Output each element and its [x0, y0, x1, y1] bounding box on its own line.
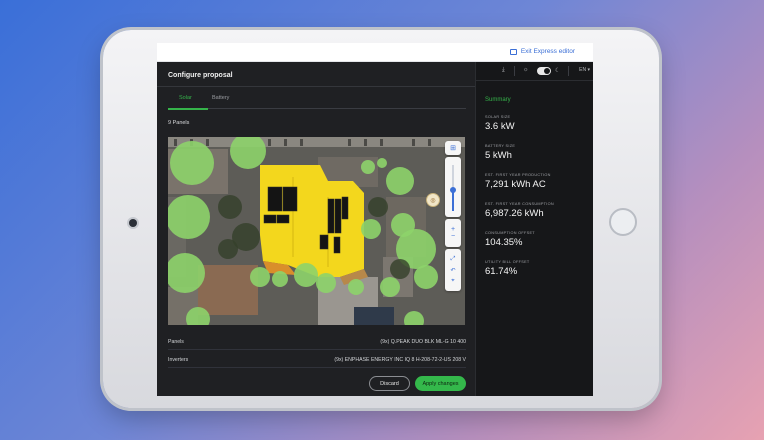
toolbar-separator	[568, 66, 569, 76]
monitor-icon	[509, 48, 517, 55]
metric-value: 3.6 kW	[485, 121, 515, 132]
summary-title: Summary	[485, 97, 511, 103]
proposal-tabs: Solar Battery	[168, 95, 466, 110]
panels-label: Panels	[168, 338, 184, 345]
slider-handle[interactable]	[450, 187, 456, 193]
top-bar: Exit Express editor	[157, 43, 593, 62]
metric-label: BATTERY SIZE	[485, 144, 516, 148]
metric-battery-size: BATTERY SIZE 5 kWh	[485, 144, 590, 161]
metric-consumption-offset: CONSUMPTION OFFSET 104.35%	[485, 231, 590, 248]
discard-button[interactable]: Discard	[369, 376, 410, 391]
map-tools: ⤢ ↶ ⌖	[445, 249, 461, 291]
metric-value: 61.74%	[485, 266, 518, 277]
exit-express-editor-label: Exit Express editor	[520, 48, 575, 55]
metric-label: UTILITY BILL OFFSET	[485, 260, 530, 264]
tab-battery[interactable]: Battery	[212, 95, 229, 101]
map-controls: ⊞ + − ⤢ ↶ ⌖	[445, 141, 461, 291]
metric-label: EST. FIRST YEAR PRODUCTION	[485, 173, 551, 177]
metric-est-consumption: EST. FIRST YEAR CONSUMPTION 6,987.26 kWh	[485, 202, 590, 219]
apply-changes-button[interactable]: Apply changes	[415, 376, 466, 391]
metric-value: 5 kWh	[485, 150, 512, 161]
tablet-home-button[interactable]	[609, 208, 637, 236]
recenter-icon[interactable]: ⌖	[451, 278, 454, 285]
inverters-row: Inverters (9x) ENPHASE ENERGY INC IQ 8 H…	[168, 352, 466, 368]
download-icon[interactable]: ⤓	[502, 67, 505, 74]
inverters-value: (9x) ENPHASE ENERGY INC IQ 8 H-208-72-2-…	[334, 356, 466, 363]
layers-button[interactable]: ⊞	[445, 141, 461, 155]
metric-value: 6,987.26 kWh	[485, 208, 544, 219]
tab-solar[interactable]: Solar	[179, 95, 192, 101]
zoom-slider[interactable]	[445, 157, 461, 217]
app-screen: Exit Express editor Configure proposal S…	[157, 43, 593, 396]
metric-value: 7,291 kWh AC	[485, 179, 546, 190]
side-toolbar: ⤓ ☼ ☾ EN ▾	[476, 62, 593, 81]
panels-row: Panels (9x) Q.PEAK DUO BLK ML-G 10 400	[168, 334, 466, 350]
compass-icon[interactable]: ◎	[426, 193, 440, 207]
language-selector[interactable]: EN ▾	[579, 67, 590, 73]
page-title: Configure proposal	[168, 72, 233, 79]
panels-value: (9x) Q.PEAK DUO BLK ML-G 10 400	[380, 338, 466, 345]
fit-icon[interactable]: ⤢	[451, 256, 456, 263]
zoom-buttons: + −	[445, 219, 461, 247]
divider	[157, 86, 475, 87]
theme-toggle[interactable]	[537, 67, 551, 75]
undo-icon[interactable]: ↶	[450, 267, 455, 274]
active-tab-indicator	[168, 108, 208, 110]
summary-panel: ⤓ ☼ ☾ EN ▾ Summary SOLAR SIZE 3.6 kW BAT…	[475, 62, 593, 396]
toolbar-separator	[514, 66, 515, 76]
metric-label: SOLAR SIZE	[485, 115, 511, 119]
panels-count: 9 Panels	[168, 120, 190, 126]
metric-label: CONSUMPTION OFFSET	[485, 231, 535, 235]
aerial-imagery	[168, 137, 465, 325]
minus-icon[interactable]: −	[451, 233, 455, 240]
layers-icon: ⊞	[450, 145, 456, 152]
metric-value: 104.35%	[485, 237, 523, 248]
roof-map[interactable]: ◎ ⊞ + − ⤢ ↶ ⌖	[168, 137, 465, 325]
metric-utility-bill-offset: UTILITY BILL OFFSET 61.74%	[485, 260, 590, 277]
moon-icon: ☾	[555, 68, 561, 74]
language-label: EN	[579, 67, 587, 73]
sun-icon: ☼	[523, 67, 529, 73]
tablet-camera	[129, 219, 137, 227]
metric-label: EST. FIRST YEAR CONSUMPTION	[485, 202, 554, 206]
configure-proposal-panel: Configure proposal Solar Battery 9 Panel…	[157, 62, 475, 396]
metric-est-production: EST. FIRST YEAR PRODUCTION 7,291 kWh AC	[485, 173, 590, 190]
plus-icon[interactable]: +	[451, 226, 455, 233]
exit-express-editor-link[interactable]: Exit Express editor	[509, 48, 575, 55]
inverters-label: Inverters	[168, 356, 189, 363]
metric-solar-size: SOLAR SIZE 3.6 kW	[485, 115, 590, 132]
